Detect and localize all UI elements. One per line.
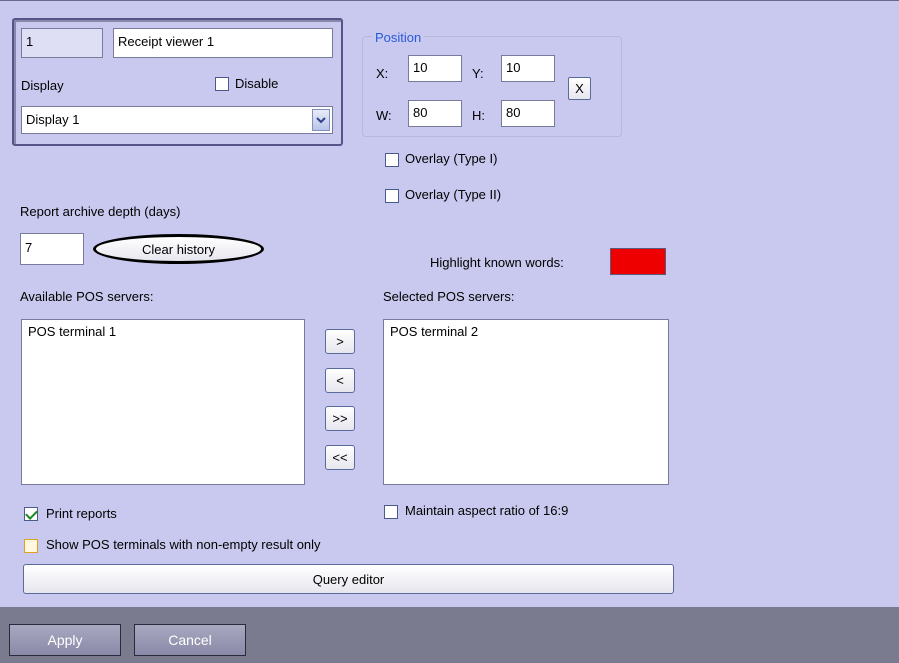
nonempty-only-label: Show POS terminals with non-empty result… (46, 537, 321, 552)
highlight-known-words-label: Highlight known words: (430, 255, 564, 270)
selected-servers-list[interactable]: POS terminal 2 (383, 319, 669, 485)
list-item[interactable]: POS terminal 2 (390, 324, 662, 339)
y-label: Y: (472, 66, 484, 81)
window-top-border (0, 0, 899, 1)
overlay-type2-label: Overlay (Type II) (405, 187, 502, 202)
clear-history-label: Clear history (142, 241, 215, 257)
w-input[interactable]: 80 (408, 100, 462, 127)
available-servers-list[interactable]: POS terminal 1 (21, 319, 305, 485)
viewer-name-field[interactable]: Receipt viewer 1 (113, 28, 333, 58)
disable-checkbox[interactable] (215, 77, 229, 91)
cancel-button[interactable]: Cancel (134, 624, 246, 656)
query-editor-button[interactable]: Query editor (23, 564, 674, 594)
remove-server-button[interactable]: < (325, 368, 355, 393)
overlay-type1-label: Overlay (Type I) (405, 151, 498, 166)
available-servers-label: Available POS servers: (20, 289, 154, 304)
position-title: Position (372, 30, 425, 45)
aspect-ratio-checkbox[interactable] (384, 505, 398, 519)
highlight-color-swatch[interactable] (610, 248, 666, 275)
selected-servers-label: Selected POS servers: (383, 289, 515, 304)
display-select-value: Display 1 (26, 112, 80, 127)
disable-label: Disable (235, 76, 279, 91)
print-reports-checkbox[interactable] (24, 507, 38, 521)
overlay-type2-checkbox[interactable] (385, 189, 399, 203)
print-reports-label: Print reports (46, 506, 117, 521)
reset-position-button[interactable]: X (568, 77, 591, 100)
viewer-settings-panel: 1 Receipt viewer 1 Display Disable Displ… (12, 18, 343, 146)
nonempty-only-checkbox[interactable] (24, 539, 38, 553)
x-label: X: (376, 66, 389, 81)
query-editor-label: Query editor (312, 571, 385, 587)
chevron-down-icon[interactable] (312, 109, 330, 131)
w-label: W: (376, 108, 392, 123)
clear-history-button[interactable]: Clear history (93, 234, 264, 264)
add-server-button[interactable]: > (325, 329, 355, 354)
viewer-id-field[interactable]: 1 (21, 28, 103, 58)
close-icon: X (575, 81, 584, 96)
h-input[interactable]: 80 (501, 100, 555, 127)
list-item[interactable]: POS terminal 1 (28, 324, 298, 339)
archive-depth-input[interactable]: 7 (20, 233, 84, 265)
display-label: Display (21, 78, 64, 93)
aspect-ratio-label: Maintain aspect ratio of 16:9 (405, 503, 569, 518)
x-input[interactable]: 10 (408, 55, 462, 82)
overlay-type1-checkbox[interactable] (385, 153, 399, 167)
dialog-footer: Apply Cancel (0, 607, 899, 663)
display-select[interactable]: Display 1 (21, 106, 333, 134)
archive-depth-label: Report archive depth (days) (20, 204, 181, 219)
add-all-servers-button[interactable]: >> (325, 406, 355, 431)
y-input[interactable]: 10 (501, 55, 555, 82)
remove-all-servers-button[interactable]: << (325, 445, 355, 470)
h-label: H: (472, 108, 485, 123)
apply-button[interactable]: Apply (9, 624, 121, 656)
